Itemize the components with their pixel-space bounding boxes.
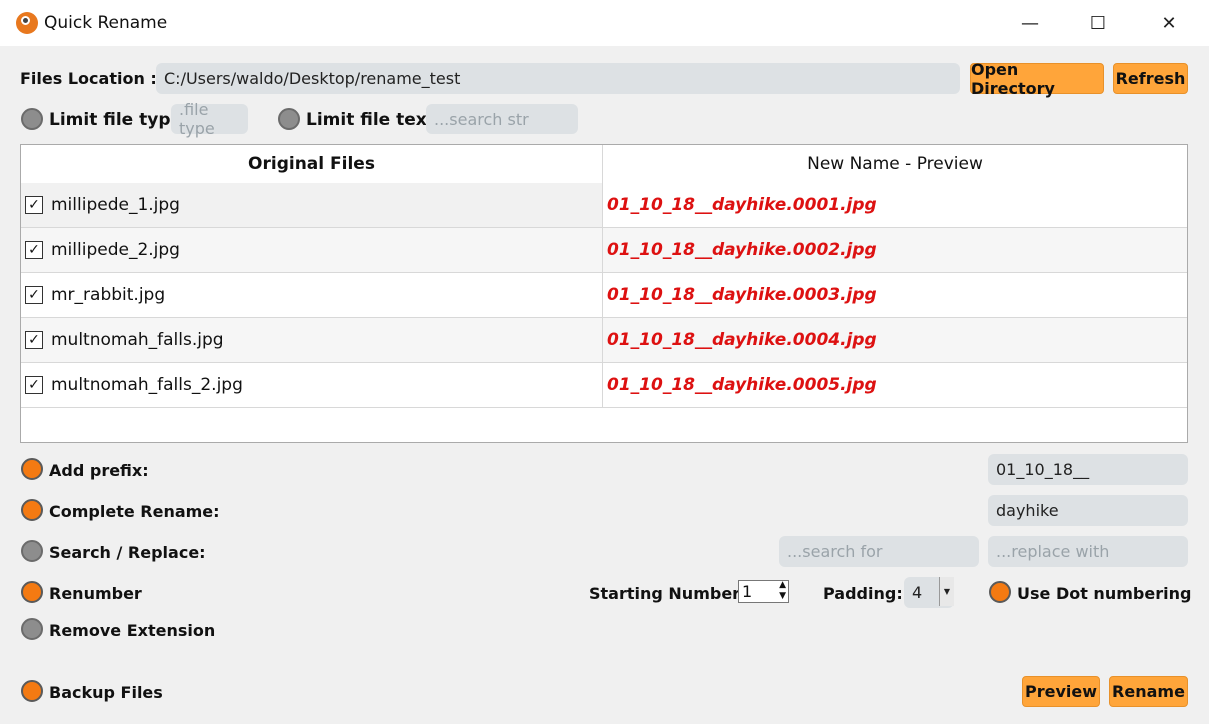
close-button[interactable]: ✕ xyxy=(1149,6,1189,40)
renumber-label: Renumber xyxy=(49,584,142,603)
dropdown-chevron-icon[interactable]: ▼ xyxy=(939,577,954,606)
dot-numbering-radio[interactable] xyxy=(989,581,1011,603)
file-text-input[interactable]: ...search str xyxy=(426,104,578,134)
original-file-name: multnomah_falls_2.jpg xyxy=(51,375,243,395)
files-table[interactable]: Original Files New Name - Preview ✓ milli… xyxy=(20,144,1188,443)
prefix-input[interactable]: 01_10_18__ xyxy=(988,454,1188,485)
preview-button[interactable]: Preview xyxy=(1022,676,1100,707)
starting-number-label: Starting Number: xyxy=(589,584,747,603)
app-logo-icon xyxy=(16,12,38,34)
add-prefix-label: Add prefix: xyxy=(49,461,149,480)
minimize-button[interactable]: — xyxy=(1010,6,1050,40)
row-checkbox[interactable]: ✓ xyxy=(25,286,43,304)
file-type-input[interactable]: .file type xyxy=(171,100,248,138)
limit-file-text-radio[interactable] xyxy=(278,108,300,130)
spin-down-icon[interactable]: ▼ xyxy=(779,591,786,601)
row-checkbox[interactable]: ✓ xyxy=(25,331,43,349)
row-checkbox[interactable]: ✓ xyxy=(25,196,43,214)
new-file-name: 01_10_18__dayhike.0004.jpg xyxy=(607,330,877,350)
starting-number-value: 1 xyxy=(742,582,753,601)
complete-rename-label: Complete Rename: xyxy=(49,502,220,521)
title-bar: Quick Rename — ☐ ✕ xyxy=(0,0,1209,46)
dot-numbering-label: Use Dot numbering xyxy=(1017,584,1192,603)
search-for-input[interactable]: ...search for xyxy=(779,536,979,567)
padding-label: Padding: xyxy=(823,584,903,603)
table-row[interactable]: ✓ millipede_1.jpg 01_10_18__dayhike.0001.… xyxy=(21,183,1187,228)
open-directory-button[interactable]: Open Directory xyxy=(970,60,1104,98)
remove-extension-radio[interactable] xyxy=(21,618,43,640)
starting-number-spinbox[interactable]: 1 ▲ ▼ xyxy=(738,580,789,603)
complete-rename-input[interactable]: dayhike xyxy=(988,495,1188,526)
row-checkbox[interactable]: ✓ xyxy=(25,241,43,259)
original-file-name: mr_rabbit.jpg xyxy=(51,285,166,305)
renumber-radio[interactable] xyxy=(21,581,43,603)
original-file-name: multnomah_falls.jpg xyxy=(51,330,224,350)
maximize-button[interactable]: ☐ xyxy=(1078,6,1118,40)
new-file-name: 01_10_18__dayhike.0003.jpg xyxy=(607,285,877,305)
row-checkbox[interactable]: ✓ xyxy=(25,376,43,394)
padding-value: 4 xyxy=(912,583,923,602)
add-prefix-radio[interactable] xyxy=(21,458,43,480)
files-location-input[interactable]: C:/Users/waldo/Desktop/rename_test xyxy=(156,63,960,94)
padding-select[interactable]: 4 ▼ xyxy=(904,577,954,608)
search-replace-label: Search / Replace: xyxy=(49,543,206,562)
table-row[interactable]: ✓ millipede_2.jpg 01_10_18__dayhike.0002.… xyxy=(21,228,1187,273)
remove-extension-label: Remove Extension xyxy=(49,621,216,640)
complete-rename-radio[interactable] xyxy=(21,499,43,521)
files-location-label: Files Location : xyxy=(20,69,157,88)
original-file-name: millipede_1.jpg xyxy=(51,195,180,215)
limit-file-type-radio[interactable] xyxy=(21,108,43,130)
limit-file-text-label: Limit file text xyxy=(306,110,435,130)
limit-file-type-label: Limit file type xyxy=(49,110,183,130)
window-title: Quick Rename xyxy=(44,13,168,33)
backup-files-label: Backup Files xyxy=(49,683,163,702)
column-header-new[interactable]: New Name - Preview xyxy=(603,145,1187,183)
rename-button[interactable]: Rename xyxy=(1109,676,1188,707)
table-row[interactable]: ✓ multnomah_falls.jpg 01_10_18__dayhike.0… xyxy=(21,318,1187,363)
original-file-name: millipede_2.jpg xyxy=(51,240,180,260)
spin-up-icon[interactable]: ▲ xyxy=(779,580,786,590)
refresh-button[interactable]: Refresh xyxy=(1113,63,1188,94)
replace-with-input[interactable]: ...replace with xyxy=(988,536,1188,567)
column-header-original[interactable]: Original Files xyxy=(21,145,603,183)
new-file-name: 01_10_18__dayhike.0002.jpg xyxy=(607,240,877,260)
table-row[interactable]: ✓ multnomah_falls_2.jpg 01_10_18__dayhike… xyxy=(21,363,1187,408)
backup-files-radio[interactable] xyxy=(21,680,43,702)
new-file-name: 01_10_18__dayhike.0001.jpg xyxy=(603,183,1187,227)
table-row[interactable]: ✓ mr_rabbit.jpg 01_10_18__dayhike.0003.jp… xyxy=(21,273,1187,318)
search-replace-radio[interactable] xyxy=(21,540,43,562)
new-file-name: 01_10_18__dayhike.0005.jpg xyxy=(607,375,877,395)
